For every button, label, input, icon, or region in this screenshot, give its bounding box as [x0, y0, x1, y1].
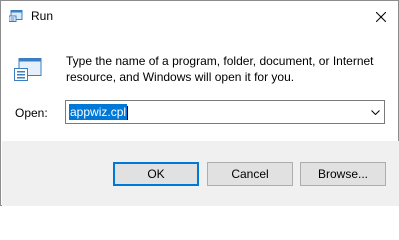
- close-icon: [376, 11, 386, 22]
- open-label: Open:: [15, 106, 48, 121]
- run-icon: [8, 10, 23, 22]
- browse-button[interactable]: Browse...: [300, 162, 386, 186]
- title-bar[interactable]: Run: [1, 1, 398, 32]
- chevron-down-icon: [370, 109, 380, 115]
- cancel-button[interactable]: Cancel: [207, 162, 293, 186]
- text-caret: [127, 105, 129, 120]
- window-title: Run: [31, 9, 54, 23]
- open-combobox[interactable]: appwiz.cpl: [65, 100, 385, 124]
- button-bar: OK Cancel Browse...: [2, 141, 399, 206]
- dropdown-button[interactable]: [366, 101, 384, 123]
- ok-button[interactable]: OK: [113, 162, 199, 186]
- run-dialog: Run Type the name of a program, folder, …: [0, 0, 399, 206]
- open-input[interactable]: appwiz.cpl: [69, 104, 129, 120]
- dialog-description: Type the name of a program, folder, docu…: [66, 54, 374, 84]
- open-label-text: Open:: [15, 106, 48, 120]
- close-button[interactable]: [364, 1, 398, 32]
- run-icon: [14, 58, 42, 82]
- open-input-value[interactable]: appwiz.cpl: [69, 104, 128, 120]
